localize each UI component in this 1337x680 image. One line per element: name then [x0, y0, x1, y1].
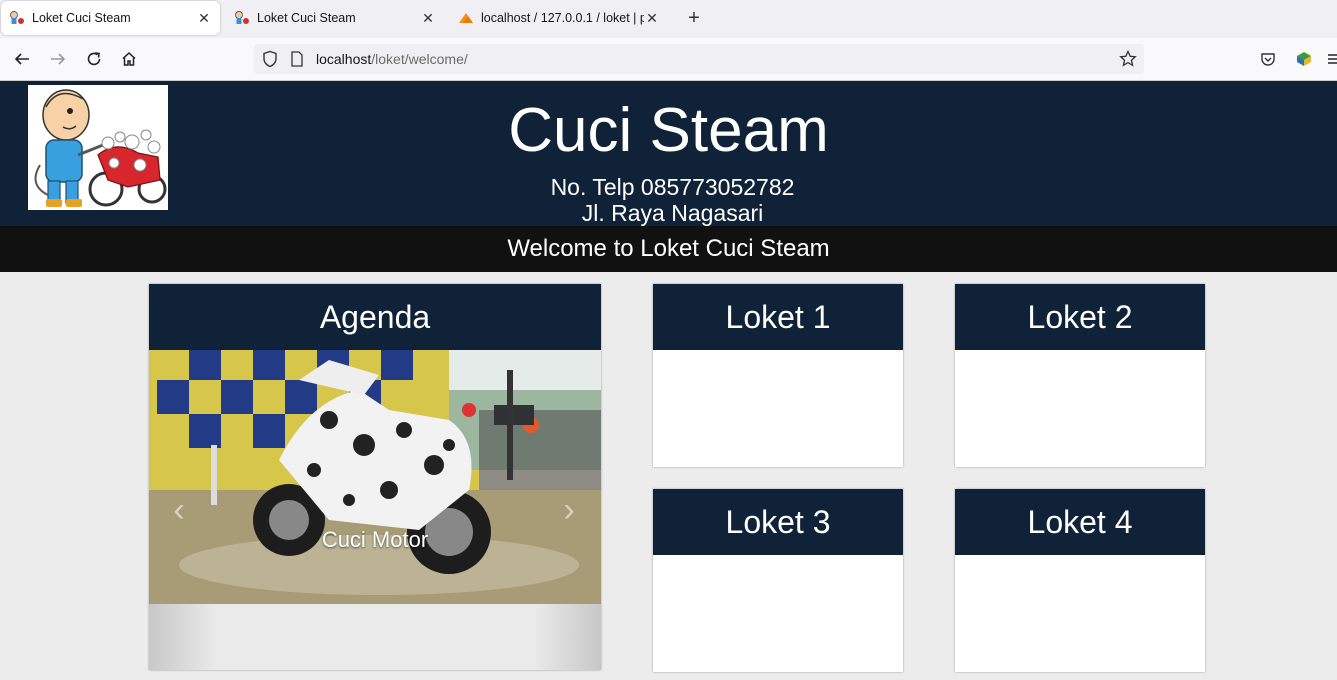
loket-3-panel: Loket 3	[653, 489, 903, 672]
agenda-carousel: ‹ › Cuci Motor	[149, 350, 601, 604]
loket-3-title: Loket 3	[653, 489, 903, 555]
close-tab-icon[interactable]: ✕	[644, 10, 660, 26]
tab-title: Loket Cuci Steam	[32, 11, 131, 25]
new-tab-button[interactable]: +	[684, 8, 704, 28]
carousel-footer	[149, 604, 601, 670]
close-tab-icon[interactable]: ✕	[420, 10, 436, 26]
tab-phpmyadmin[interactable]: localhost / 127.0.0.1 / loket | ph ✕	[450, 0, 668, 36]
tab-loket-cuci-steam-2[interactable]: Loket Cuci Steam ✕	[226, 0, 444, 36]
carousel-caption: Cuci Motor	[321, 527, 429, 552]
forward-icon[interactable]	[48, 49, 68, 69]
carousel-image	[149, 350, 601, 604]
loket-1-title: Loket 1	[653, 284, 903, 350]
loket-4-panel: Loket 4	[955, 489, 1205, 672]
site-header: Cuci Steam No. Telp 085773052782 Jl. Ray…	[0, 81, 1337, 226]
carousel-next-icon[interactable]: ›	[557, 493, 581, 527]
browser-nav-bar: localhost/loket/welcome/	[0, 38, 1337, 81]
tab-title: localhost / 127.0.0.1 / loket | ph	[481, 11, 644, 25]
agenda-panel: Agenda ‹ › Cuci Motor	[149, 284, 601, 670]
site-favicon-icon	[234, 10, 250, 26]
back-icon[interactable]	[12, 49, 32, 69]
phpmyadmin-favicon-icon	[458, 10, 474, 26]
home-icon[interactable]	[119, 49, 139, 69]
shield-icon[interactable]	[262, 50, 278, 73]
url-host: localhost	[316, 51, 372, 67]
loket-2-panel: Loket 2	[955, 284, 1205, 467]
address: Jl. Raya Nagasari	[581, 200, 764, 226]
agenda-title: Agenda	[149, 284, 601, 350]
menu-icon[interactable]	[1324, 49, 1337, 69]
loket-2-title: Loket 2	[955, 284, 1205, 350]
url-text[interactable]: localhost/loket/welcome/	[316, 51, 468, 67]
site-title: Cuci Steam	[508, 96, 829, 165]
close-tab-icon[interactable]: ✕	[196, 10, 212, 26]
carousel-prev-icon[interactable]: ‹	[167, 493, 191, 527]
page-info-icon[interactable]	[290, 51, 304, 72]
site-favicon-icon	[9, 10, 25, 26]
bookmark-star-icon[interactable]	[1119, 49, 1137, 73]
reload-icon[interactable]	[84, 49, 104, 69]
tab-title: Loket Cuci Steam	[257, 11, 356, 25]
loket-4-title: Loket 4	[955, 489, 1205, 555]
tab-loket-cuci-steam-1[interactable]: Loket Cuci Steam ✕	[1, 1, 220, 35]
loket-1-panel: Loket 1	[653, 284, 903, 467]
extension-icon[interactable]	[1294, 49, 1314, 69]
welcome-banner: Welcome to Loket Cuci Steam	[0, 226, 1337, 272]
url-path: /loket/welcome/	[371, 51, 468, 67]
pocket-icon[interactable]	[1258, 49, 1278, 69]
url-bar[interactable]: localhost/loket/welcome/	[254, 44, 1144, 74]
phone-number: No. Telp 085773052782	[550, 174, 795, 200]
browser-tab-bar: Loket Cuci Steam ✕ Loket Cuci Steam ✕ lo…	[0, 0, 1337, 38]
